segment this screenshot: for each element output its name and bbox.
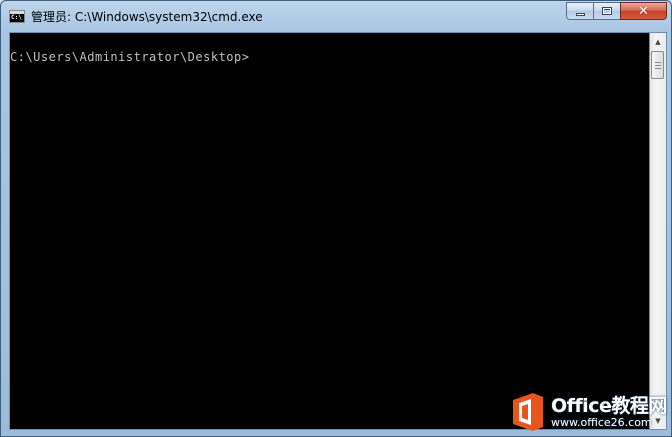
thumb-grip-line	[655, 65, 661, 66]
watermark-url: www.office26.com	[551, 416, 652, 429]
close-button[interactable]: ✕	[620, 2, 667, 20]
thumb-grip-line	[655, 68, 661, 69]
watermark: Office教程网 www.office26.com	[509, 391, 669, 433]
minimize-button[interactable]	[566, 2, 593, 20]
office-logo-icon	[513, 393, 543, 431]
maximize-button[interactable]	[593, 2, 620, 20]
cmd-window: C:\ 管理员: C:\Windows\system32\cmd.exe ✕ C…	[0, 0, 672, 437]
maximize-icon	[602, 7, 612, 15]
console-output[interactable]: C:\Users\Administrator\Desktop>	[9, 32, 650, 430]
console-prompt-line: C:\Users\Administrator\Desktop>	[10, 50, 250, 64]
scroll-thumb[interactable]	[651, 51, 664, 79]
vertical-scrollbar[interactable]: ▲ ▼	[650, 32, 667, 430]
title-bar[interactable]: C:\ 管理员: C:\Windows\system32\cmd.exe ✕	[1, 1, 671, 32]
watermark-title: Office教程网	[551, 395, 667, 417]
thumb-grip-line	[655, 62, 661, 63]
close-icon: ✕	[638, 3, 649, 19]
minimize-icon	[575, 12, 585, 16]
cmd-icon-text: C:\	[11, 14, 22, 21]
scroll-up-icon[interactable]: ▲	[650, 33, 666, 50]
cmd-icon[interactable]: C:\	[9, 10, 25, 23]
window-title: 管理员: C:\Windows\system32\cmd.exe	[31, 10, 263, 24]
caption-buttons: ✕	[566, 2, 667, 22]
